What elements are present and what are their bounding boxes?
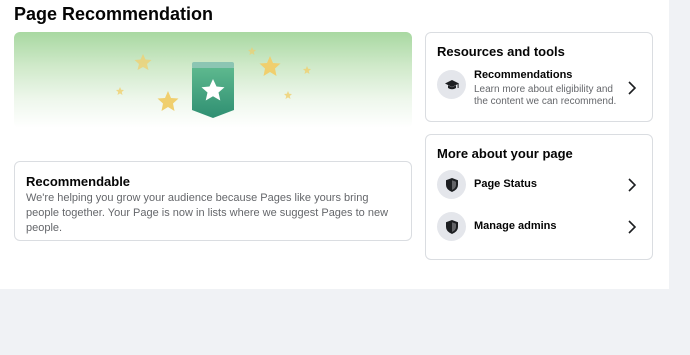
star-icon <box>259 56 281 76</box>
badge-icon <box>192 62 234 118</box>
manage-admins-link[interactable]: Manage admins <box>437 212 644 242</box>
recommendable-description: We're helping you grow your audience bec… <box>26 192 389 234</box>
recommendable-card: Recommendable We're helping you grow you… <box>14 161 412 241</box>
star-icon <box>157 91 179 111</box>
star-icon <box>134 54 152 70</box>
star-icon <box>248 47 256 55</box>
resources-heading: Resources and tools <box>437 44 565 59</box>
page-status-label: Page Status <box>474 178 537 190</box>
shield-icon <box>437 212 466 241</box>
manage-admins-label: Manage admins <box>474 220 557 232</box>
star-icon <box>303 66 311 74</box>
recommendations-link[interactable]: Recommendations Learn more about eligibi… <box>437 69 644 107</box>
resources-card: Resources and tools Recommendations Lear… <box>425 32 653 122</box>
recommendation-banner <box>14 32 412 128</box>
recommendations-description: Learn more about eligibility and the con… <box>474 84 617 107</box>
page-title: Page Recommendation <box>14 4 214 24</box>
page-status-link[interactable]: Page Status <box>437 170 644 200</box>
chevron-right-icon <box>628 81 637 95</box>
shield-icon <box>437 170 466 199</box>
page-container: Page Recommendation Recommendable We're … <box>0 0 669 289</box>
banner-illustration <box>116 47 311 118</box>
graduation-cap-icon <box>437 70 466 99</box>
more-heading: More about your page <box>437 146 573 161</box>
chevron-right-icon <box>628 178 637 192</box>
recommendations-label: Recommendations <box>474 69 573 81</box>
more-about-page-card: More about your page Page Status Manage <box>425 134 653 260</box>
star-icon <box>116 87 124 95</box>
star-icon <box>284 91 292 99</box>
recommendable-title: Recommendable <box>26 174 131 189</box>
chevron-right-icon <box>628 220 637 234</box>
